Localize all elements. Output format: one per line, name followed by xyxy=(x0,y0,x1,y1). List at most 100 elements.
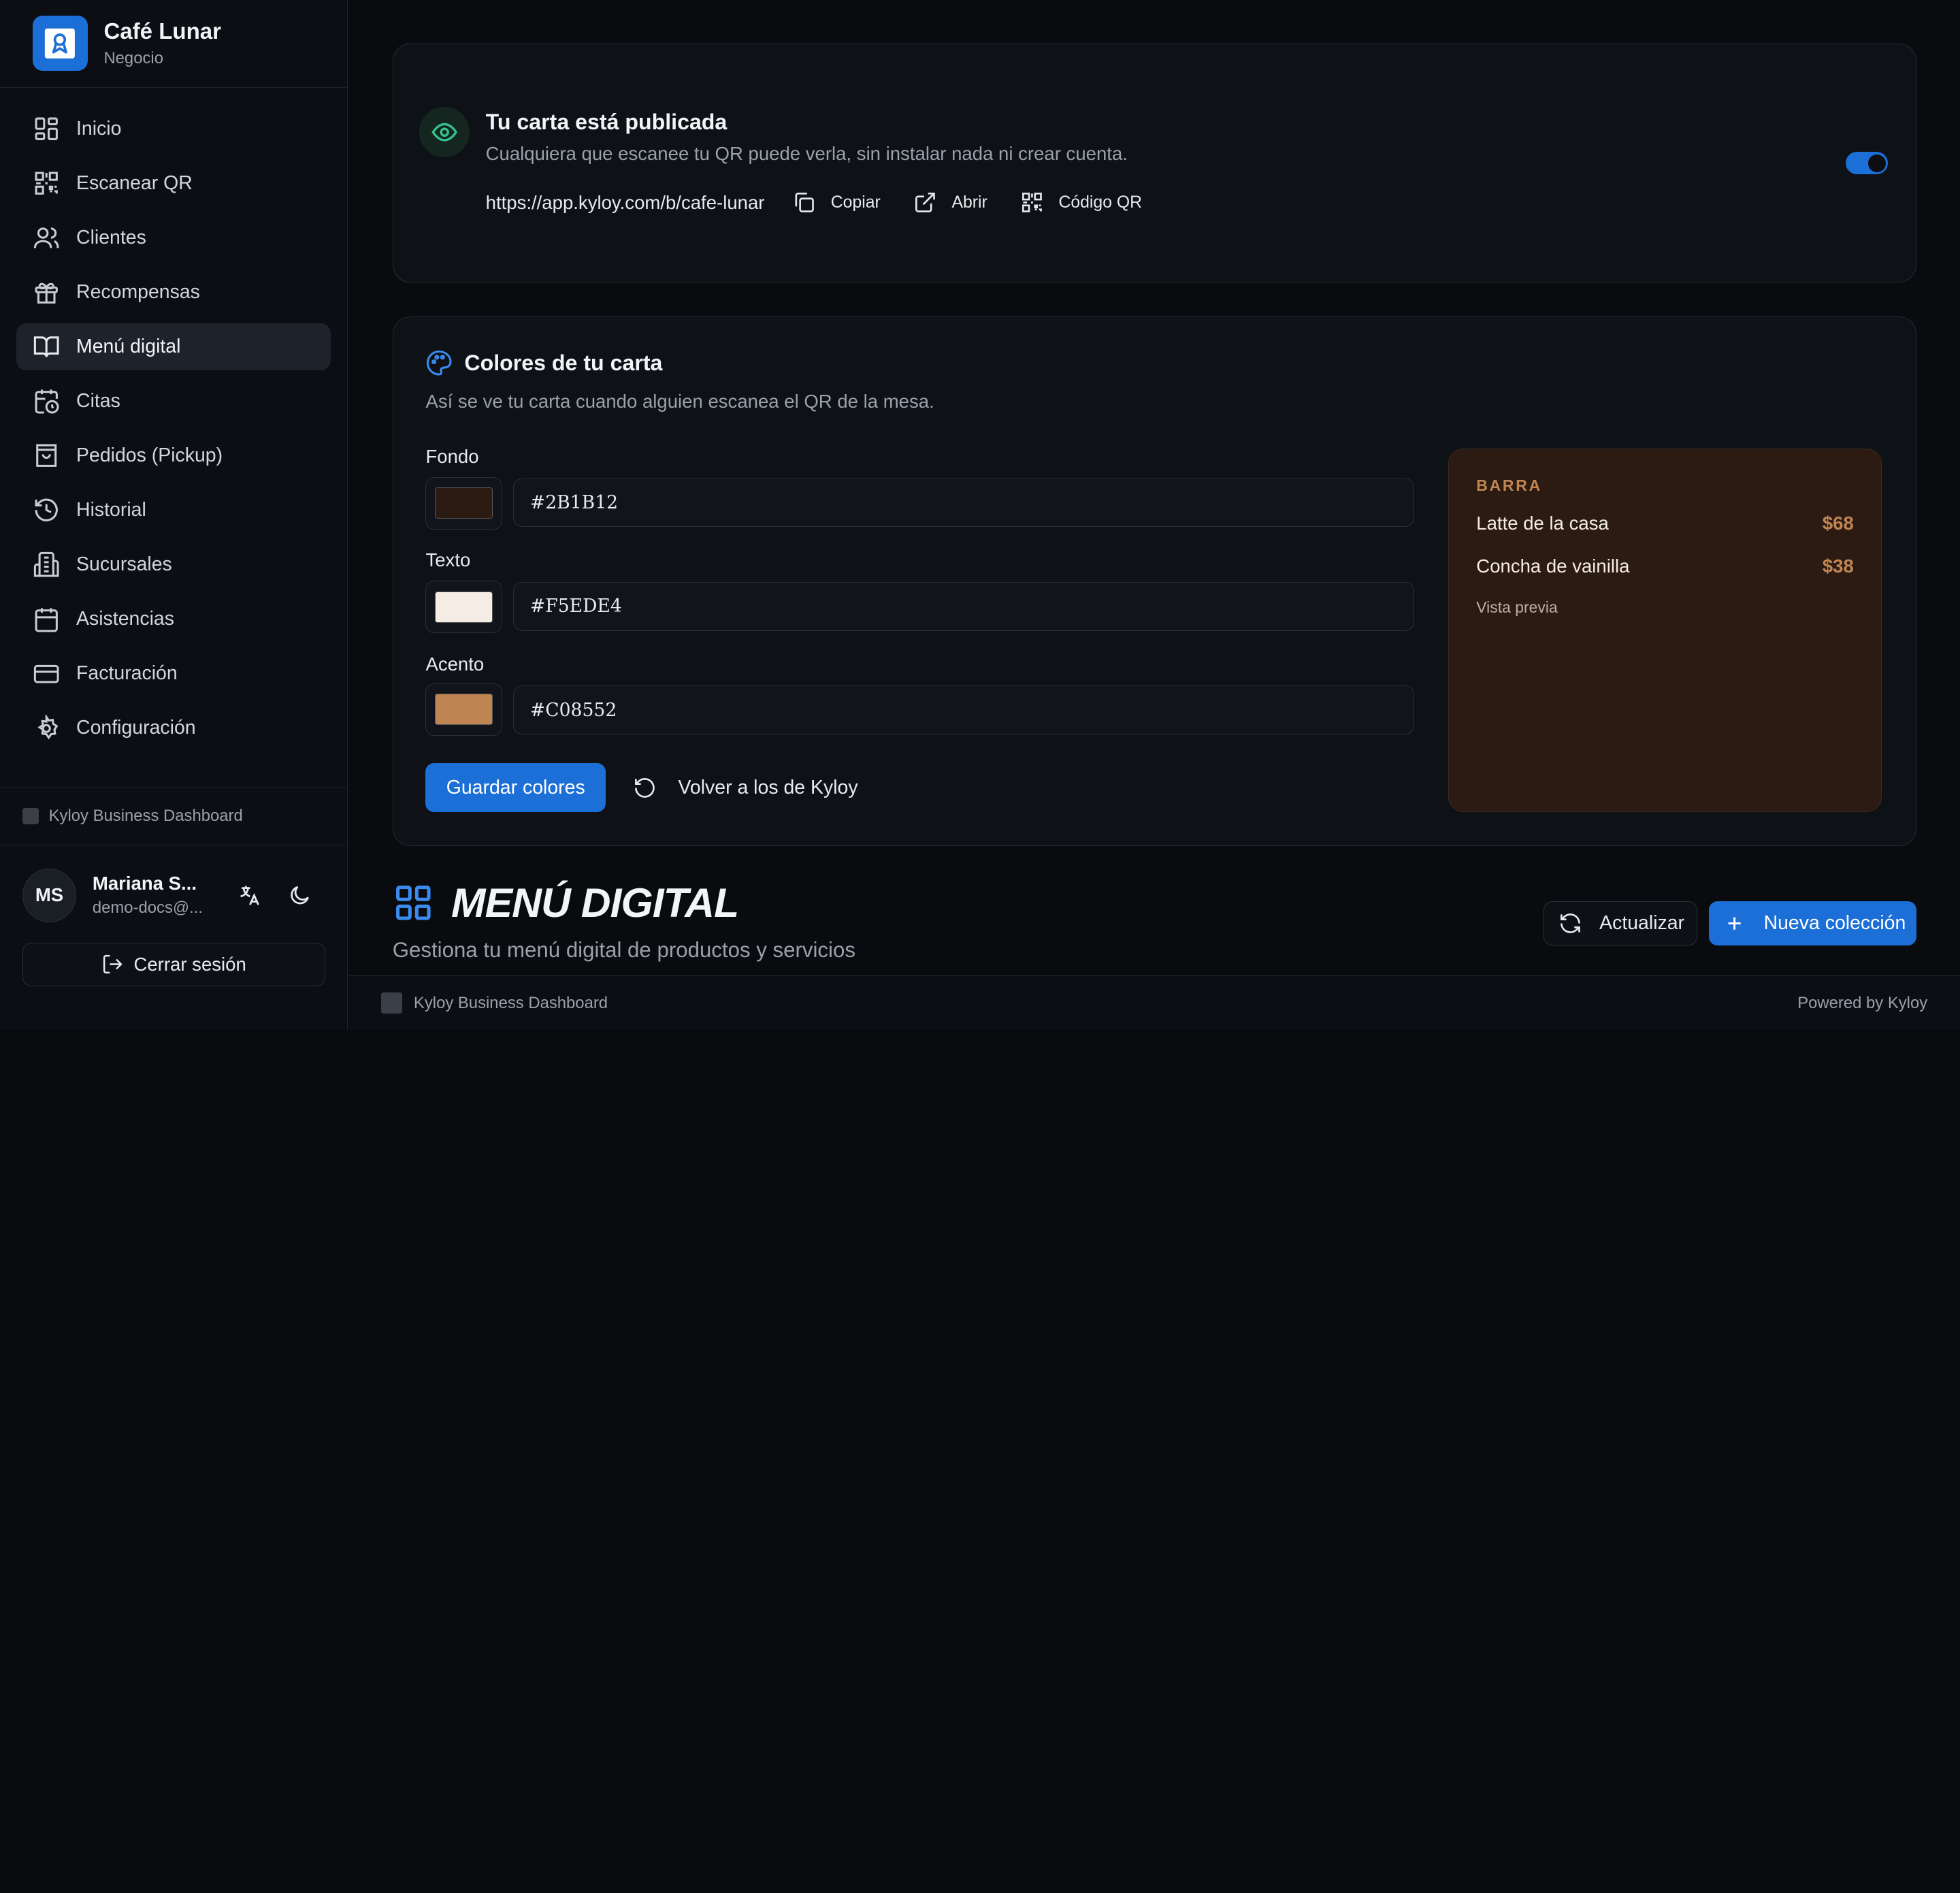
page-footer: Kyloy Business Dashboard Powered by Kylo… xyxy=(348,975,1960,1031)
menu-preview: BARRA Latte de la casa $68 Concha de vai… xyxy=(1448,448,1882,812)
sidebar-item-citas[interactable]: Citas xyxy=(16,378,331,425)
avatar[interactable]: MS xyxy=(22,868,77,922)
app-window: Café Lunar Negocio Inicio Escanear QR Cl… xyxy=(0,0,1960,1031)
sidebar-item-label: Configuración xyxy=(76,717,196,739)
credit-card-icon xyxy=(33,664,59,683)
sidebar-item-configuracion[interactable]: Configuración xyxy=(16,705,331,752)
logout-label: Cerrar sesión xyxy=(133,954,246,975)
colors-title: Colores de tu carta xyxy=(425,349,662,376)
history-icon xyxy=(35,499,58,522)
qr-code-icon xyxy=(1022,193,1042,213)
translate-icon[interactable] xyxy=(238,883,263,908)
background-swatch xyxy=(435,487,493,519)
brand-name: Café Lunar xyxy=(103,19,222,45)
save-colors-button[interactable]: Guardar colores xyxy=(425,763,606,812)
palette-icon xyxy=(427,351,453,376)
building-icon xyxy=(33,552,59,578)
users-icon xyxy=(33,227,59,248)
sidebar-item-label: Sucursales xyxy=(76,553,172,576)
plus-icon xyxy=(1728,917,1741,930)
accent-label: Acento xyxy=(425,653,485,675)
background-hex-input[interactable]: #2B1B12 xyxy=(513,478,1415,528)
page-title: MENÚ DIGITAL xyxy=(451,879,739,926)
sidebar-item-sucursales[interactable]: Sucursales xyxy=(16,541,331,589)
published-url[interactable]: https://app.kyloy.com/b/cafe-lunar xyxy=(486,192,765,214)
copy-label: Copiar xyxy=(830,193,881,212)
sidebar-item-pedidos[interactable]: Pedidos (Pickup) xyxy=(16,432,331,480)
preview-section-title: BARRA xyxy=(1476,476,1542,494)
preview-item-name: Latte de la casa xyxy=(1476,512,1609,534)
text-hex-input[interactable]: #F5EDE4 xyxy=(513,582,1415,631)
calendar-clock-icon xyxy=(35,389,59,414)
accent-hex-input[interactable]: #C08552 xyxy=(513,685,1415,735)
colors-card: Colores de tu carta Así se ve tu carta c… xyxy=(392,316,1916,847)
moon-icon[interactable] xyxy=(287,883,312,908)
sidebar-item-escanear-qr[interactable]: Escanear QR xyxy=(16,159,331,207)
published-link-row: https://app.kyloy.com/b/cafe-lunar Copia… xyxy=(486,191,1175,214)
page-subtitle: Gestiona tu menú digital de productos y … xyxy=(392,937,855,962)
background-color-picker[interactable] xyxy=(425,476,502,530)
brand-header[interactable]: Café Lunar Negocio xyxy=(0,0,347,88)
sidebar-item-asistencias[interactable]: Asistencias xyxy=(16,596,331,643)
sidebar-item-clientes[interactable]: Clientes xyxy=(16,214,331,261)
qr-code-button[interactable]: Código QR xyxy=(1020,191,1142,214)
grid-icon xyxy=(395,885,431,920)
publish-toggle[interactable] xyxy=(1845,152,1889,175)
rotate-ccw-icon xyxy=(635,777,655,798)
eye-icon xyxy=(419,107,470,157)
sidebar-item-label: Menú digital xyxy=(76,335,181,357)
accent-swatch xyxy=(435,694,493,726)
text-swatch xyxy=(435,591,493,623)
preview-item-price: $68 xyxy=(1822,512,1854,534)
sidebar-footer-label: Kyloy Business Dashboard xyxy=(0,788,348,845)
preview-caption: Vista previa xyxy=(1476,598,1558,617)
external-link-icon xyxy=(915,193,935,213)
gift-icon xyxy=(35,282,58,304)
reset-colors-button[interactable]: Volver a los de Kyloy xyxy=(633,763,858,812)
refresh-button[interactable]: Actualizar xyxy=(1544,901,1698,945)
refresh-label: Actualizar xyxy=(1599,911,1685,934)
preview-item-price: $38 xyxy=(1822,555,1854,577)
calendar-icon xyxy=(35,607,58,632)
colors-title-text: Colores de tu carta xyxy=(464,351,663,376)
new-collection-label: Nueva colección xyxy=(1763,911,1906,934)
sidebar-item-recompensas[interactable]: Recompensas xyxy=(16,268,331,316)
page-header: MENÚ DIGITAL xyxy=(393,879,739,926)
logout-icon xyxy=(103,955,122,974)
text-label: Texto xyxy=(425,549,471,571)
accent-color-picker[interactable] xyxy=(425,683,502,736)
background-label: Fondo xyxy=(425,445,479,467)
sidebar-item-label: Citas xyxy=(76,389,120,412)
brand-subtitle: Negocio xyxy=(103,48,163,67)
user-name: Mariana S... xyxy=(92,873,197,894)
preview-item: Concha de vainilla $38 xyxy=(1476,555,1854,577)
toggle-knob xyxy=(1867,154,1886,172)
gear-icon xyxy=(37,714,59,740)
sidebar-item-label: Escanear QR xyxy=(76,172,193,194)
sidebar-item-label: Inicio xyxy=(76,117,122,140)
dashboard-icon xyxy=(35,117,58,140)
sidebar-item-label: Asistencias xyxy=(76,608,174,630)
brand-logo-icon xyxy=(32,16,88,71)
colors-description: Así se ve tu carta cuando alguien escane… xyxy=(425,391,934,412)
published-description: Cualquiera que escanee tu QR puede verla… xyxy=(485,143,1128,165)
new-collection-button[interactable]: Nueva colección xyxy=(1708,901,1916,945)
sidebar-item-facturacion[interactable]: Facturación xyxy=(16,650,331,698)
preview-item-name: Concha de vainilla xyxy=(1476,555,1630,577)
kyloy-logo-icon xyxy=(22,808,39,825)
sidebar-item-historial[interactable]: Historial xyxy=(16,487,331,534)
open-button[interactable]: Abrir xyxy=(913,191,987,214)
sidebar-item-inicio[interactable]: Inicio xyxy=(16,105,331,152)
logout-button[interactable]: Cerrar sesión xyxy=(22,942,325,987)
sidebar-item-menu-digital[interactable]: Menú digital xyxy=(16,323,331,371)
text-color-picker[interactable] xyxy=(425,581,502,634)
footer-right-text[interactable]: Powered by Kyloy xyxy=(1797,994,1927,1013)
sidebar: Café Lunar Negocio Inicio Escanear QR Cl… xyxy=(0,0,348,1031)
user-profile: MS Mariana S... demo-docs@... xyxy=(22,868,329,923)
user-email: demo-docs@... xyxy=(92,898,203,917)
copy-button[interactable]: Copiar xyxy=(792,191,881,214)
open-label: Abrir xyxy=(951,193,987,212)
shopping-bag-icon xyxy=(35,444,56,468)
sidebar-item-label: Recompensas xyxy=(76,280,200,303)
sidebar-item-label: Pedidos (Pickup) xyxy=(76,444,223,467)
